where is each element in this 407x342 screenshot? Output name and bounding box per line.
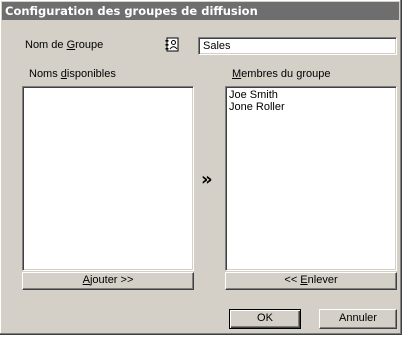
- list-item[interactable]: Jone Roller: [229, 101, 393, 113]
- available-names-label: Noms disponibles: [29, 68, 116, 80]
- list-item[interactable]: Joe Smith: [229, 89, 393, 101]
- address-book-icon[interactable]: [164, 36, 181, 53]
- group-config-dialog: Configuration des groupes de diffusion N…: [0, 0, 402, 335]
- available-names-list[interactable]: [22, 86, 194, 271]
- group-name-label: Nom de Groupe: [25, 39, 104, 51]
- transfer-arrow-icon: »: [201, 169, 213, 190]
- title-bar[interactable]: Configuration des groupes de diffusion: [2, 2, 399, 20]
- dialog-title: Configuration des groupes de diffusion: [5, 4, 258, 18]
- group-members-list[interactable]: Joe Smith Jone Roller: [225, 86, 397, 271]
- remove-button[interactable]: << Enlever: [225, 272, 397, 290]
- members-label: Membres du groupe: [232, 68, 331, 80]
- ok-button[interactable]: OK: [229, 309, 301, 329]
- cancel-button[interactable]: Annuler: [319, 309, 397, 329]
- add-button[interactable]: Ajouter >>: [22, 272, 194, 290]
- group-name-input[interactable]: Sales: [198, 37, 397, 55]
